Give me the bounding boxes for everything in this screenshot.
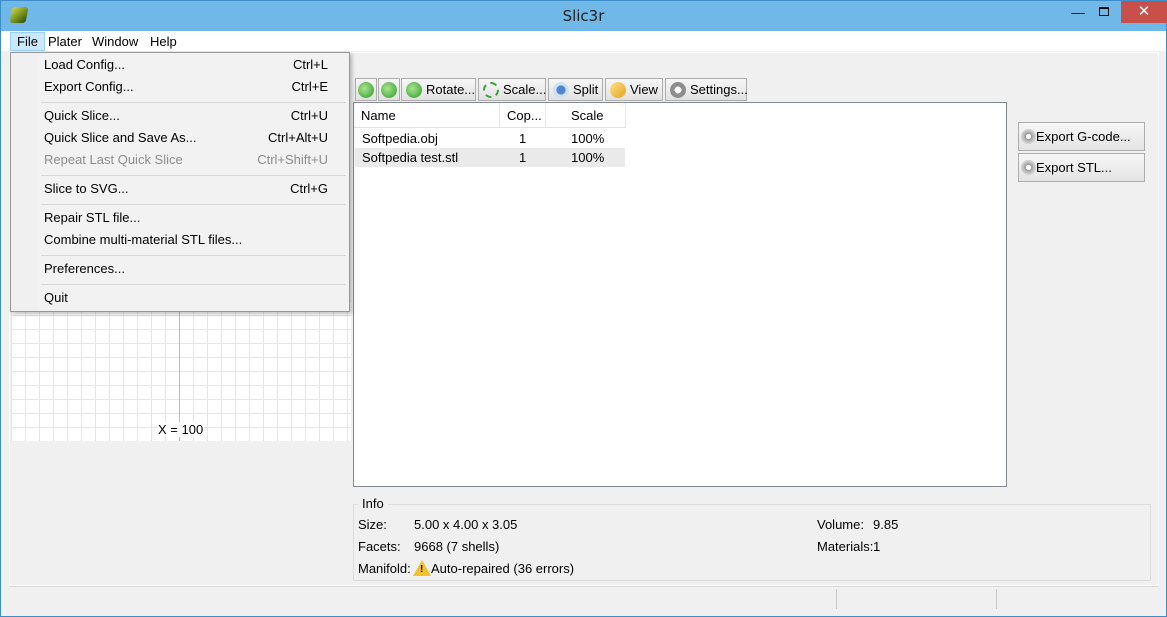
plater-x-label: X = 100	[157, 422, 205, 437]
cell-scale: 100%	[571, 150, 605, 165]
split-icon	[553, 82, 569, 98]
menu-item-label: Repeat Last Quick Slice	[44, 152, 183, 167]
view-cube-icon	[610, 82, 626, 98]
status-bar	[9, 586, 1159, 610]
cell-scale: 100%	[571, 131, 605, 146]
menu-item-label: Quit	[44, 290, 68, 305]
rotate-cw-icon	[381, 82, 397, 98]
menu-item-shortcut: Ctrl+L	[292, 57, 328, 72]
menu-item-label: Slice to SVG...	[44, 181, 129, 196]
split-button[interactable]: Split	[548, 78, 603, 101]
menu-separator	[41, 255, 346, 256]
window-title: Slic3r	[562, 7, 605, 25]
menu-gutter	[11, 53, 39, 311]
export-stl-button[interactable]: Export STL...	[1018, 153, 1145, 182]
menu-item-shortcut: Ctrl+G	[290, 181, 328, 196]
view-button[interactable]: View	[605, 78, 663, 101]
menu-file[interactable]: File	[10, 32, 45, 51]
menu-item-combine-stl[interactable]: Combine multi-material STL files...	[44, 230, 344, 250]
materials-label: Materials:	[817, 539, 874, 554]
cell-name: Softpedia.obj	[362, 131, 438, 146]
scale-button-label: Scale...	[503, 82, 547, 97]
menu-item-repeat-quick-slice: Repeat Last Quick Slice Ctrl+Shift+U	[44, 150, 344, 170]
facets-value: 9668 (7 shells)	[414, 539, 500, 554]
rotate-button-label: Rotate...	[426, 82, 476, 97]
manifold-value: Auto-repaired (36 errors)	[431, 561, 575, 576]
plater-canvas[interactable]	[11, 301, 351, 441]
table-row[interactable]: Softpedia test.stl 1 100%	[355, 148, 625, 167]
size-value: 5.00 x 4.00 x 3.05	[414, 517, 518, 532]
menu-item-shortcut: Ctrl+Shift+U	[257, 152, 328, 167]
volume-label: Volume:	[817, 517, 864, 532]
view-button-label: View	[630, 82, 658, 97]
info-legend: Info	[358, 496, 388, 511]
menu-item-quick-slice[interactable]: Quick Slice... Ctrl+U	[44, 106, 344, 126]
rotate-ccw-button[interactable]	[355, 78, 377, 101]
materials-value: 1	[873, 539, 881, 554]
menu-separator	[41, 204, 346, 205]
export-stl-label: Export STL...	[1036, 160, 1112, 175]
menu-item-quit[interactable]: Quit	[44, 288, 344, 308]
rotate-ccw-icon	[358, 82, 374, 98]
main-window: Slic3r — ✕ File Plater Window Help X = 1…	[0, 0, 1167, 617]
settings-button[interactable]: Settings...	[665, 78, 748, 101]
menu-item-repair-stl[interactable]: Repair STL file...	[44, 208, 344, 228]
gear-icon	[1021, 129, 1036, 144]
menu-item-shortcut: Ctrl+E	[291, 79, 328, 94]
scale-button[interactable]: Scale...	[478, 78, 546, 101]
gear-icon	[670, 82, 686, 98]
column-header-name[interactable]: Name	[354, 103, 500, 128]
menu-item-shortcut: Ctrl+Alt+U	[268, 130, 328, 145]
export-gcode-button[interactable]: Export G-code...	[1018, 122, 1145, 151]
menu-item-preferences[interactable]: Preferences...	[44, 259, 344, 279]
cell-name: Softpedia test.stl	[362, 150, 459, 165]
menu-item-label: Repair STL file...	[44, 210, 141, 225]
rotate-cw-button[interactable]	[378, 78, 400, 101]
close-button[interactable]: ✕	[1121, 1, 1167, 23]
maximize-button[interactable]	[1089, 1, 1119, 23]
menu-item-label: Export Config...	[44, 79, 134, 94]
menu-plater[interactable]: Plater	[42, 32, 88, 51]
plater-axis-line	[179, 301, 180, 441]
gear-icon	[1021, 160, 1036, 175]
menu-item-quick-slice-save-as[interactable]: Quick Slice and Save As... Ctrl+Alt+U	[44, 128, 344, 148]
status-divider	[996, 589, 997, 609]
menu-item-label: Quick Slice and Save As...	[44, 130, 197, 145]
file-menu-dropdown: Load Config... Ctrl+L Export Config... C…	[10, 52, 350, 312]
status-divider	[836, 589, 837, 609]
rotate-button[interactable]: Rotate...	[401, 78, 476, 101]
volume-value: 9.85	[873, 517, 899, 532]
menu-separator	[41, 102, 346, 103]
manifold-label: Manifold:	[358, 561, 411, 576]
export-gcode-label: Export G-code...	[1036, 129, 1131, 144]
table-row[interactable]: Softpedia.obj 1 100%	[355, 129, 625, 148]
menu-item-shortcut: Ctrl+U	[290, 108, 328, 123]
menu-bar: File Plater Window Help	[1, 31, 1166, 52]
menu-item-label: Combine multi-material STL files...	[44, 232, 243, 247]
scale-icon	[483, 82, 499, 98]
menu-item-export-config[interactable]: Export Config... Ctrl+E	[44, 77, 344, 97]
menu-item-label: Preferences...	[44, 261, 125, 276]
column-header-copies[interactable]: Cop...	[500, 103, 546, 128]
menu-item-label: Quick Slice...	[44, 108, 120, 123]
cell-copies: 1	[519, 131, 527, 146]
menu-item-label: Load Config...	[44, 57, 125, 72]
split-button-label: Split	[573, 82, 599, 97]
facets-label: Facets:	[358, 539, 401, 554]
settings-button-label: Settings...	[690, 82, 748, 97]
menu-help[interactable]: Help	[144, 32, 183, 51]
menu-window[interactable]: Window	[86, 32, 144, 51]
title-bar[interactable]: Slic3r — ✕	[1, 1, 1167, 31]
maximize-icon	[1099, 7, 1109, 16]
warning-icon-mark: !	[420, 564, 424, 575]
object-list[interactable]: Name Cop... Scale Softpedia.obj 1 100% S…	[353, 102, 1007, 487]
rotate-icon	[406, 82, 422, 98]
cell-copies: 1	[519, 150, 527, 165]
menu-separator	[41, 284, 346, 285]
menu-separator	[41, 175, 346, 176]
size-label: Size:	[358, 517, 387, 532]
menu-item-load-config[interactable]: Load Config... Ctrl+L	[44, 55, 344, 75]
menu-item-slice-to-svg[interactable]: Slice to SVG... Ctrl+G	[44, 179, 344, 199]
column-header-scale[interactable]: Scale	[546, 103, 626, 128]
